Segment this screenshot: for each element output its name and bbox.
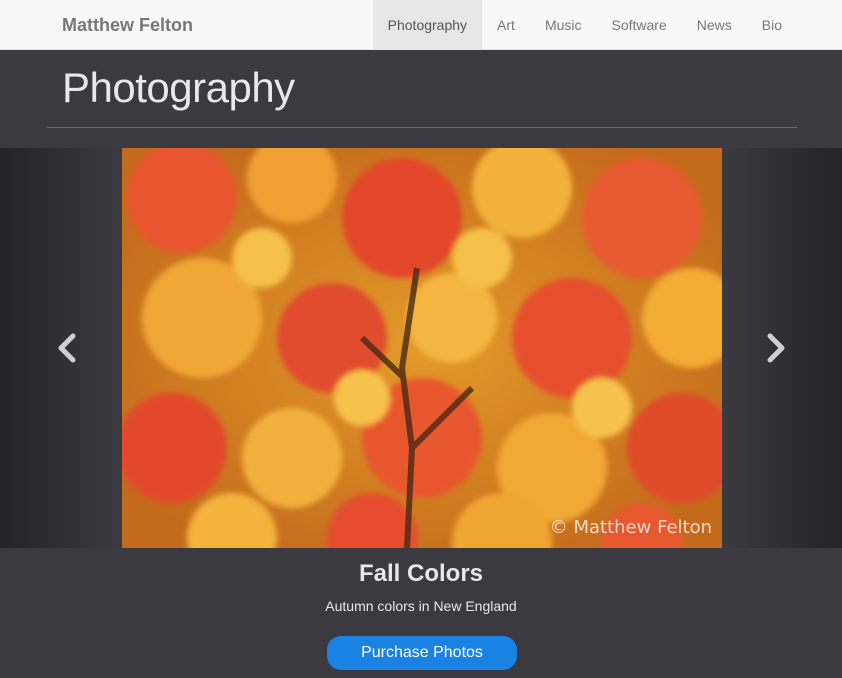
nav-link-art[interactable]: Art <box>482 0 530 50</box>
nav-link-photography[interactable]: Photography <box>372 0 483 50</box>
nav-link-software[interactable]: Software <box>597 0 682 50</box>
chevron-left-icon <box>58 333 76 363</box>
navbar: Matthew Felton Photography Art Music Sof… <box>0 0 842 50</box>
brand-link[interactable]: Matthew Felton <box>62 0 193 50</box>
title-divider <box>47 127 797 128</box>
nav-link-news[interactable]: News <box>682 0 747 50</box>
nav-item-music: Music <box>530 0 597 50</box>
page-title: Photography <box>62 64 295 111</box>
purchase-photos-button[interactable]: Purchase Photos <box>327 636 517 670</box>
chevron-right-icon <box>767 333 785 363</box>
carousel-prev-button[interactable] <box>46 328 86 368</box>
slide-title: Fall Colors <box>358 560 484 587</box>
nav-item-software: Software <box>597 0 682 50</box>
nav-item-bio: Bio <box>747 0 797 50</box>
nav-item-art: Art <box>482 0 530 50</box>
autumn-leaves-image <box>122 148 722 548</box>
nav-item-photography: Photography <box>372 0 483 50</box>
slide-photo: © Matthew Felton <box>122 148 722 548</box>
slide-description: Autumn colors in New England <box>325 598 517 614</box>
nav-menu: Photography Art Music Software News Bio <box>372 0 797 50</box>
photo-watermark: © Matthew Felton <box>549 517 712 538</box>
nav-link-bio[interactable]: Bio <box>747 0 797 50</box>
nav-item-news: News <box>682 0 747 50</box>
nav-link-music[interactable]: Music <box>530 0 597 50</box>
carousel-next-button[interactable] <box>757 328 797 368</box>
photo-carousel: © Matthew Felton <box>0 148 842 548</box>
